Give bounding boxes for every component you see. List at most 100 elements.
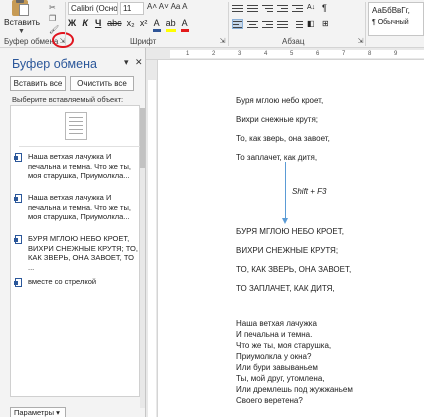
decrease-indent-icon[interactable]	[277, 3, 288, 13]
font-size-buttons: A˄ A˅ Aa A	[147, 2, 188, 11]
ruler-tick: 1	[186, 51, 190, 57]
clear-all-button[interactable]: Очистить все	[70, 76, 134, 91]
clipboard-items-list: Наша ветхая лачужка И печальна и темна. …	[10, 105, 141, 397]
clipboard-item[interactable]: вместе со стрелкой	[14, 277, 137, 291]
ruler-tick: 5	[290, 51, 294, 57]
ruler-tick: 2	[212, 51, 216, 57]
word-doc-icon	[14, 235, 22, 244]
clipboard-group-label: Буфер обмена	[4, 37, 59, 46]
clipboard-item[interactable]: БУРЯ МГЛОЮ НЕБО КРОЕТ, ВИХРИ СНЕЖНЫЕ КРУ…	[14, 234, 138, 274]
align-right-icon[interactable]	[262, 19, 273, 29]
clipboard-pane: Буфер обмена ▾ ✕ Вставить все Очистить в…	[0, 48, 146, 417]
doc-line: Или бури завываньем	[236, 363, 318, 372]
align-left-icon[interactable]	[232, 19, 243, 29]
clipboard-item-text: Наша ветхая лачужка И печальна и темна. …	[28, 152, 131, 180]
clipboard-item[interactable]: Наша ветхая лачужка И печальна и темна. …	[14, 152, 137, 192]
arrow-line	[285, 162, 286, 220]
clipboard-item-text: вместе со стрелкой	[28, 277, 97, 286]
font-name-dropdown[interactable]: Calibri (Осно	[68, 2, 118, 15]
font-format-row: Ж К Ч abc x₂ x² A ab A	[68, 18, 189, 32]
document-page[interactable]: Буря мглою небо кроет, Вихри снежные кру…	[158, 60, 424, 417]
pane-prompt: Выберите вставляемый объект:	[12, 95, 124, 104]
borders-icon[interactable]: ⊞	[322, 19, 333, 29]
font-color-button[interactable]: A	[180, 18, 189, 32]
shading-icon[interactable]: ◧	[307, 19, 318, 29]
word-doc-icon	[14, 278, 22, 287]
paste-button[interactable]: Вставить ▼	[0, 0, 46, 36]
divider	[19, 146, 141, 147]
strikethrough-button[interactable]: abc	[107, 18, 122, 32]
shortcut-annotation: Shift + F3	[292, 187, 327, 196]
cut-icon[interactable]: ✂	[49, 3, 61, 12]
arrow-down-icon	[282, 218, 288, 224]
doc-line: Или дремлешь под жужжаньем	[236, 385, 353, 394]
font-dialog-launcher-icon[interactable]: ⇲	[218, 37, 227, 46]
doc-line: И печальна и темна.	[236, 330, 313, 339]
close-icon[interactable]: ✕	[135, 57, 143, 68]
justify-icon[interactable]	[277, 19, 288, 29]
pane-scrollbar[interactable]	[140, 108, 145, 408]
ruler-tick: 7	[342, 51, 346, 57]
ruler-page-area	[170, 50, 424, 58]
style-sample: АаБбВвГг,	[372, 6, 410, 15]
chevron-down-icon[interactable]: ▼	[18, 28, 25, 35]
image-thumbnail	[65, 112, 87, 140]
multilevel-list-icon[interactable]	[262, 3, 273, 13]
clipboard-item-text: БУРЯ МГЛОЮ НЕБО КРОЕТ, ВИХРИ СНЕЖНЫЕ КРУ…	[28, 234, 138, 272]
doc-line: Наша ветхая лачужка	[236, 319, 317, 328]
doc-line: ВИХРИ СНЕЖНЫЕ КРУТЯ;	[236, 246, 339, 255]
doc-line: ТО ЗАПЛАЧЕТ, КАК ДИТЯ,	[236, 284, 335, 293]
doc-line: Буря мглою небо кроет,	[236, 96, 324, 105]
change-case-button[interactable]: Aa	[171, 2, 181, 11]
ruler-tick: 3	[238, 51, 242, 57]
clipboard-small-tools: ✂ ❐ 🖌	[46, 2, 66, 34]
ribbon: Вставить ▼ ✂ ❐ 🖌 Буфер обмена ⇲ Calibri …	[0, 0, 424, 48]
doc-line: БУРЯ МГЛОЮ НЕБО КРОЕТ,	[236, 227, 344, 236]
divider	[365, 2, 366, 46]
paragraph-dialog-launcher-icon[interactable]: ⇲	[356, 37, 365, 46]
show-marks-button[interactable]: ¶	[322, 3, 333, 13]
ruler-tick: 8	[368, 51, 372, 57]
ruler-tick: 4	[264, 51, 268, 57]
clear-format-button[interactable]: A	[182, 2, 187, 11]
pane-title: Буфер обмена	[12, 57, 97, 71]
copy-icon[interactable]: ❐	[49, 14, 61, 23]
superscript-button[interactable]: x²	[140, 18, 148, 32]
doc-line: Приумолкла у окна?	[236, 352, 312, 361]
underline-button[interactable]: Ч	[94, 18, 102, 32]
highlight-circle	[52, 32, 74, 48]
doc-line: ТО, КАК ЗВЕРЬ, ОНА ЗАВОЕТ,	[236, 265, 352, 274]
bold-button[interactable]: Ж	[68, 18, 76, 32]
text-effects-button[interactable]: A	[152, 18, 161, 32]
scrollbar-thumb[interactable]	[140, 108, 145, 168]
style-name: ¶ Обычный	[372, 19, 409, 26]
vertical-ruler	[146, 60, 158, 417]
align-center-icon[interactable]	[247, 19, 258, 29]
bullets-icon[interactable]	[232, 3, 243, 13]
subscript-button[interactable]: x₂	[127, 18, 135, 32]
paste-all-button[interactable]: Вставить все	[10, 76, 66, 91]
clipboard-paste-icon	[10, 0, 32, 16]
doc-line: То, как зверь, она завоет,	[236, 134, 330, 143]
sort-icon[interactable]: A↓	[307, 3, 318, 13]
increase-indent-icon[interactable]	[292, 3, 303, 13]
font-size-dropdown[interactable]: 11	[120, 2, 144, 15]
paste-label: Вставить	[3, 17, 41, 27]
ruler-page-area	[148, 80, 156, 417]
paragraph-group-label: Абзац	[282, 37, 305, 46]
clipboard-item-image[interactable]	[15, 106, 141, 150]
options-button[interactable]: Параметры ▾	[10, 407, 66, 417]
italic-button[interactable]: К	[81, 18, 89, 32]
ruler-tick: 6	[316, 51, 320, 57]
style-normal[interactable]: АаБбВвГг, ¶ Обычный	[368, 2, 424, 36]
line-spacing-icon[interactable]	[292, 19, 303, 29]
doc-line: Вихри снежные крутя;	[236, 115, 318, 124]
clipboard-item[interactable]: Наша ветхая лачужка И печальна и темна. …	[14, 193, 137, 233]
pane-menu-icon[interactable]: ▾	[124, 57, 129, 68]
highlight-button[interactable]: ab	[165, 18, 176, 32]
word-doc-icon	[14, 153, 22, 162]
grow-shrink-font-button[interactable]: A˄ A˅	[147, 2, 169, 11]
divider	[228, 2, 229, 46]
numbering-icon[interactable]	[247, 3, 258, 13]
list-buttons-row: A↓ ¶	[232, 3, 333, 13]
